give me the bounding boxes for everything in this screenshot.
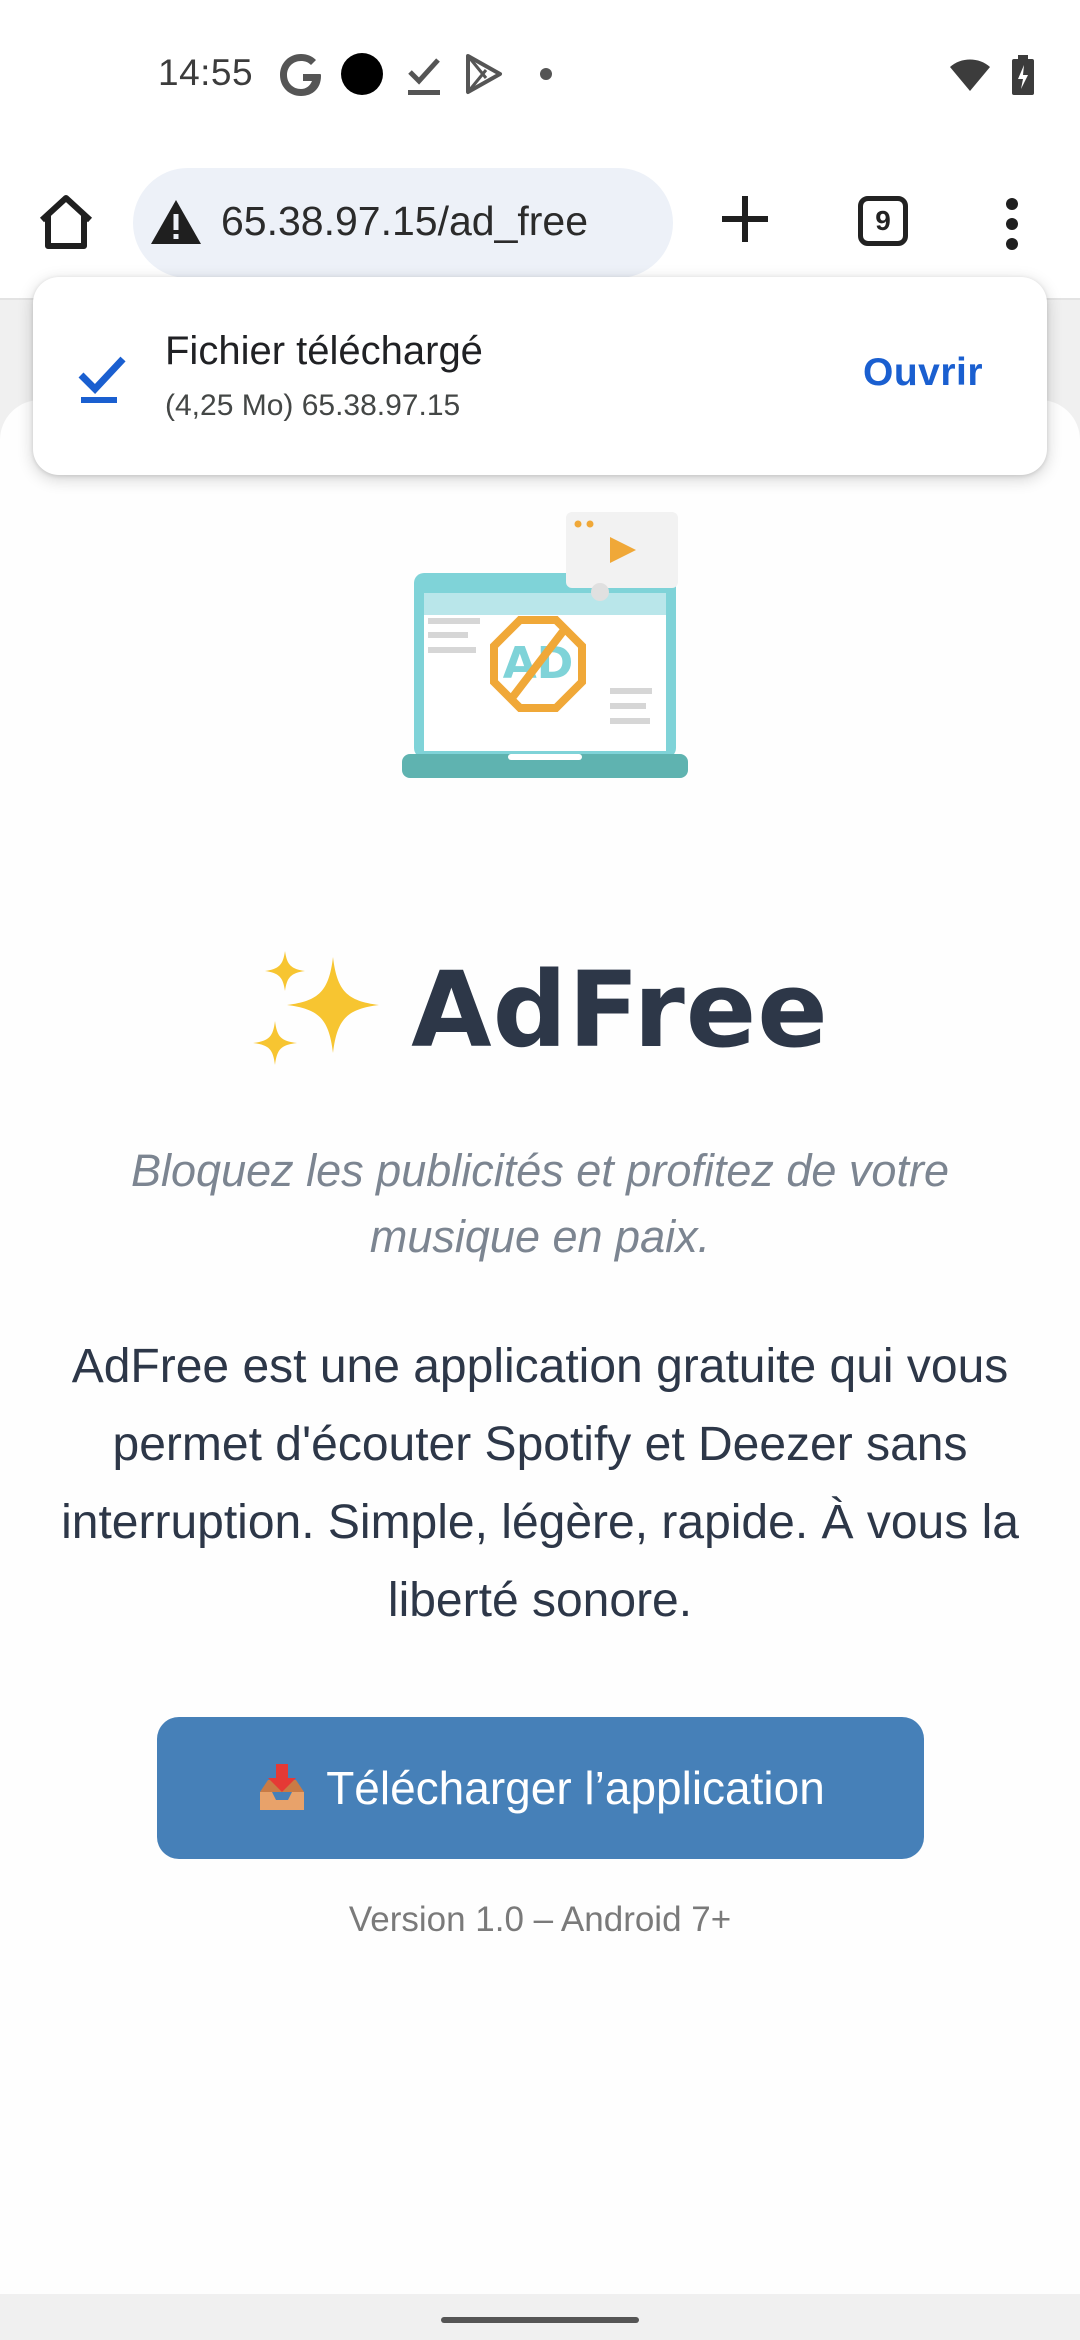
gesture-handle[interactable] (441, 2317, 639, 2323)
new-tab-icon[interactable] (718, 192, 772, 246)
download-done-icon (408, 58, 440, 95)
navigation-bar (0, 2294, 1080, 2340)
dot-icon (540, 68, 552, 80)
black-circle-icon (341, 53, 383, 95)
inbox-tray-icon (260, 1764, 305, 1810)
not-secure-warning-icon[interactable] (149, 198, 203, 246)
download-app-button[interactable]: Télécharger l’application (157, 1717, 924, 1859)
snackbar-title: Fichier téléchargé (165, 329, 483, 373)
home-icon[interactable] (34, 190, 98, 254)
play-store-icon (466, 54, 502, 94)
snackbar-subtitle: (4,25 Mo) 65.38.97.15 (165, 389, 461, 422)
download-complete-icon (78, 356, 126, 403)
app-title-row: AdFree (0, 940, 1080, 1080)
open-file-button[interactable]: Ouvrir (863, 351, 983, 395)
ad-block-illustration: AD (402, 512, 688, 778)
tab-switcher-button[interactable]: 9 (858, 196, 908, 246)
download-button-label: Télécharger l’application (326, 1762, 825, 1814)
system-icons (948, 50, 1034, 100)
app-title: AdFree (411, 949, 829, 1071)
app-description: AdFree est une application gratuite qui … (61, 1340, 1019, 1627)
battery-charging-icon (1012, 55, 1034, 95)
tab-count: 9 (875, 205, 891, 236)
url-text[interactable]: 65.38.97.15/ad_free (221, 198, 588, 245)
tagline: Bloquez les publicités et profitez de vo… (131, 1145, 949, 1262)
wifi-icon (950, 59, 990, 91)
google-g-icon (280, 54, 321, 96)
status-time: 14:55 (158, 52, 254, 93)
address-bar[interactable]: 65.38.97.15/ad_free (133, 168, 673, 278)
download-snackbar: Fichier téléchargé (4,25 Mo) 65.38.97.15… (33, 277, 1047, 475)
more-options-icon[interactable] (1002, 196, 1022, 252)
status-bar: 14:55 (0, 0, 1080, 150)
sparkles-icon (253, 951, 380, 1065)
version-info: Version 1.0 – Android 7+ (348, 1900, 732, 1939)
